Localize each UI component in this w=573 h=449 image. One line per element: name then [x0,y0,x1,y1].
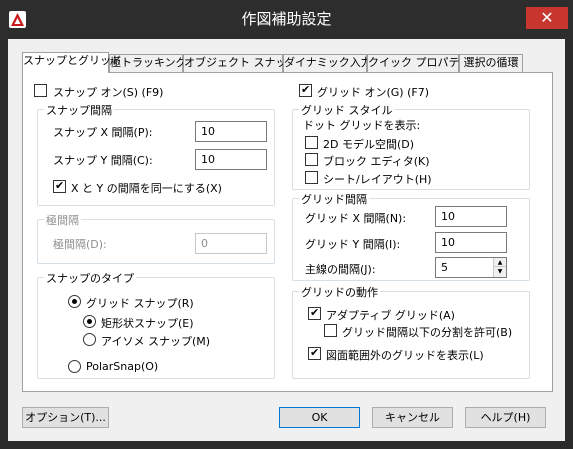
grid-behavior-title: グリッドの動作 [299,284,380,300]
block-editor-label: ブロック エディタ(K) [323,155,430,168]
snap-y-input[interactable]: 10 [195,149,267,170]
snap-y-label: スナップ Y 間隔(C): [53,154,153,167]
close-button[interactable]: ✕ [526,7,568,29]
title-bar: 作図補助設定 ✕ [0,0,573,39]
grid-style-title: グリッド スタイル [299,102,395,118]
cancel-button[interactable]: キャンセル [372,407,453,428]
equal-spacing-label: X と Y の間隔を同一にする(X) [71,182,222,195]
equal-spacing-checkbox[interactable] [53,179,66,193]
tab-snap-grid[interactable]: スナップとグリッド [22,52,122,73]
grid-behavior-group: グリッドの動作 アダプティブ グリッド(A) グリッド間隔以下の分割を許可(B)… [292,284,530,379]
dialog-body: スナップとグリッド 極トラッキング オブジェクト スナップ ダイナミック入力 ク… [8,39,565,441]
snap-type-group: スナップのタイプ グリッド スナップ(R) 矩形状スナップ(E) アイソメ スナ… [37,270,275,379]
dot-grid-label: ドット グリッドを表示: [303,119,421,132]
snap-x-label: スナップ X 間隔(P): [53,126,153,139]
polar-snap-radio[interactable] [68,360,81,373]
grid-spacing-title: グリッド間隔 [299,191,369,207]
adaptive-grid-checkbox[interactable] [308,306,321,320]
adaptive-grid-label: アダプティブ グリッド(A) [326,309,455,322]
rectangular-snap-label: 矩形状スナップ(E) [101,317,194,330]
major-line-input[interactable]: 5 ▲ ▼ [435,257,507,278]
subdivide-checkbox[interactable] [324,324,337,337]
tab-panel: スナップ オン(S) (F9) スナップ間隔 スナップ X 間隔(P): 10 … [22,72,553,392]
rectangular-snap-radio[interactable] [83,315,96,328]
beyond-limits-label: 図面範囲外のグリッドを表示(L) [326,349,484,362]
grid-y-label: グリッド Y 間隔(I): [305,238,401,251]
grid-on-checkbox[interactable] [299,83,312,97]
polar-spacing-title: 極間隔 [44,212,81,228]
sheet-layout-label: シート/レイアウト(H) [323,173,432,186]
major-line-spinner[interactable]: ▲ ▼ [493,258,506,277]
polar-snap-label: PolarSnap(O) [86,360,159,373]
major-line-value: 5 [441,261,448,274]
options-button[interactable]: オプション(T)... [22,407,109,428]
tab-quick-properties[interactable]: クイック プロパティ [367,54,470,72]
snap-spacing-group: スナップ間隔 スナップ X 間隔(P): 10 スナップ Y 間隔(C): 10… [37,102,275,206]
autocad-logo-icon [9,11,26,28]
grid-x-input[interactable]: 10 [435,206,507,227]
grid-y-input[interactable]: 10 [435,232,507,253]
model-space-label: 2D モデル空間(D) [323,138,415,151]
tab-selection-cycling[interactable]: 選択の循環 [459,54,523,72]
isometric-snap-radio[interactable] [83,333,96,346]
tab-dynamic-input[interactable]: ダイナミック入力 [283,54,372,72]
sheet-layout-checkbox[interactable] [305,171,318,184]
beyond-limits-checkbox[interactable] [308,346,321,360]
grid-spacing-group: グリッド間隔 グリッド X 間隔(N): 10 グリッド Y 間隔(I): 10… [292,191,530,281]
spin-up-icon[interactable]: ▲ [494,258,506,267]
window-title: 作図補助設定 [241,10,332,28]
snap-on-checkbox[interactable] [34,84,47,97]
close-icon: ✕ [540,8,554,27]
grid-x-label: グリッド X 間隔(N): [305,212,407,225]
help-button[interactable]: ヘルプ(H) [465,407,546,428]
major-line-label: 主線の間隔(J): [305,263,376,276]
spin-down-icon[interactable]: ▼ [494,267,506,276]
block-editor-checkbox[interactable] [305,153,318,166]
model-space-checkbox[interactable] [305,136,318,149]
grid-on-label: グリッド オン(G) (F7) [317,86,430,99]
isometric-snap-label: アイソメ スナップ(M) [101,335,211,348]
polar-distance-input[interactable]: 0 [195,233,267,254]
polar-spacing-group: 極間隔 極間隔(D): 0 [37,212,275,264]
snap-x-input[interactable]: 10 [195,121,267,142]
grid-style-group: グリッド スタイル ドット グリッドを表示: 2D モデル空間(D) ブロック … [292,102,530,190]
grid-snap-label: グリッド スナップ(R) [86,297,194,310]
snap-on-label: スナップ オン(S) (F9) [53,86,164,99]
snap-type-title: スナップのタイプ [44,270,136,286]
ok-button[interactable]: OK [279,407,360,428]
subdivide-label: グリッド間隔以下の分割を許可(B) [342,326,513,339]
snap-spacing-title: スナップ間隔 [44,102,114,118]
grid-snap-radio[interactable] [68,295,81,308]
polar-distance-label: 極間隔(D): [53,238,107,251]
tab-object-snap[interactable]: オブジェクト スナップ [183,54,298,72]
